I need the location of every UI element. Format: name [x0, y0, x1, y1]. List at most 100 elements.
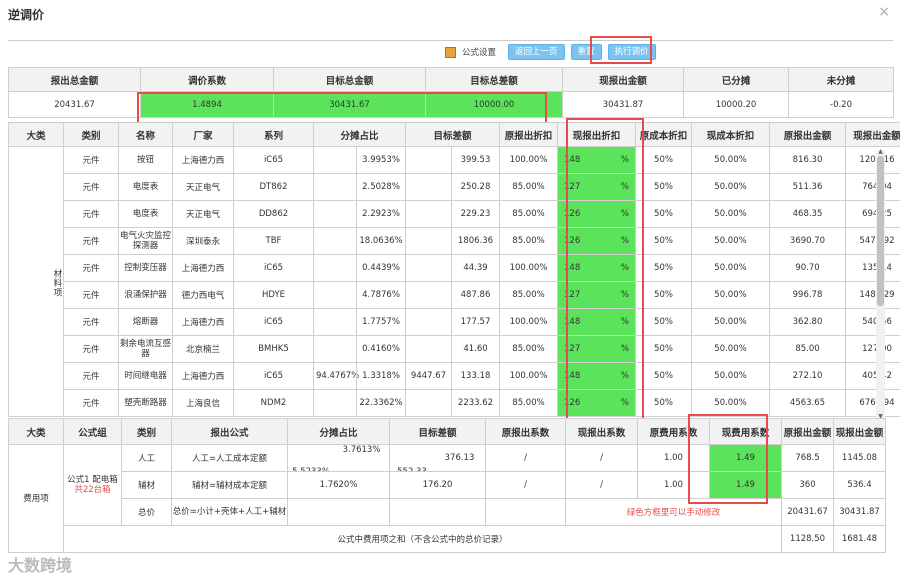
item-type: 元件	[63, 146, 119, 174]
back-button[interactable]: 返回上一页	[508, 44, 565, 60]
item-series: iC65	[233, 362, 314, 390]
item-share-cell: 2.5028%	[313, 173, 406, 201]
formula-group-name: 配电箱	[92, 475, 118, 485]
col-header: 现报出金额	[833, 418, 886, 445]
formula-group-label: 公式1	[67, 475, 90, 485]
sum-label: 公式中费用项之和（不含公式中的总价记录）	[63, 525, 782, 553]
col-header: 分摊占比	[313, 122, 406, 147]
item-diff: 250.28	[451, 174, 499, 200]
item-maker: 上海德力西	[172, 146, 234, 174]
item-type: 元件	[63, 227, 119, 255]
fee-orig-amt: 360	[781, 471, 834, 499]
item-diff: 177.57	[451, 309, 499, 335]
fee-diff: 376.13	[444, 453, 475, 463]
item-name: 电度表	[118, 173, 173, 201]
item-share-cell: 2.2923%	[313, 200, 406, 228]
formula-settings-link[interactable]: 公式设置	[462, 46, 496, 58]
item-series: TBF	[233, 227, 314, 255]
fee-cur-coef: /	[565, 471, 638, 499]
merged-diff: 9447.67	[410, 371, 447, 381]
item-name: 熔断器	[118, 308, 173, 336]
item-cur-cost: 50.00%	[691, 335, 770, 363]
item-maker: 德力西电气	[172, 281, 234, 309]
item-orig-discount: 100.00%	[499, 308, 558, 336]
close-icon[interactable]: ×	[878, 4, 890, 20]
formula-group-count: 共22台箱	[74, 485, 111, 495]
item-cur-cost: 50.00%	[691, 146, 770, 174]
fee-empty	[485, 498, 566, 526]
item-share-cell: 18.0636%	[313, 227, 406, 255]
fee-type: 总价	[121, 498, 172, 526]
item-orig-amount: 90.70	[769, 254, 846, 282]
scroll-up-icon[interactable]: ▲	[876, 148, 885, 155]
item-maker: 深圳泰永	[172, 227, 234, 255]
sum-cur-amt: 1681.48	[833, 525, 886, 553]
item-type: 元件	[63, 200, 119, 228]
table-row: 元件 电度表 天正电气 DD862 2.2923% 229.23 85.00% 126% 50%…	[9, 200, 900, 228]
scroll-thumb[interactable]	[877, 156, 884, 306]
item-orig-amount: 511.36	[769, 173, 846, 201]
item-share: 0.4439%	[356, 255, 405, 281]
merged-fee-diff: 552.33	[391, 467, 435, 471]
scrollbar[interactable]: ▲ ▼	[876, 148, 885, 420]
item-maker: 上海德力西	[172, 254, 234, 282]
item-share-cell: 0.4160%	[313, 335, 406, 363]
item-name: 电气火灾监控探测器	[118, 227, 173, 255]
item-diff: 41.60	[451, 336, 499, 362]
item-diff: 133.18	[451, 363, 499, 389]
item-share-cell: 1.7757%	[313, 308, 406, 336]
allocated: 10000.20	[683, 91, 789, 118]
item-orig-amount: 362.80	[769, 308, 846, 336]
col-header: 现成本折扣	[691, 122, 770, 147]
item-cur-amount: 764.04	[845, 173, 900, 201]
item-share: 0.4160%	[356, 336, 405, 362]
table-row: 元件 浪涌保护器 德力西电气 HDYE 4.7876% 487.86 85.00% 127% 5…	[9, 281, 900, 309]
item-orig-discount: 100.00%	[499, 254, 558, 282]
table-row: 元件 剩余电流互感器 北京楠兰 BMHK5 0.4160% 41.60 85.00% 127%…	[9, 335, 900, 363]
watermark: 大数跨境	[8, 556, 73, 575]
item-orig-discount: 85.00%	[499, 227, 558, 255]
item-diff-cell: 41.60	[405, 335, 500, 363]
item-orig-amount: 272.10	[769, 362, 846, 390]
col-header: 原报出系数	[485, 418, 566, 445]
item-series: iC65	[233, 146, 314, 174]
item-share: 1.7757%	[356, 309, 405, 335]
item-share: 2.5028%	[356, 174, 405, 200]
fee-formula: 人工=人工成本定额	[171, 444, 288, 472]
fee-orig-coef: /	[485, 444, 566, 472]
item-share-cell: 3.9953%	[313, 146, 406, 174]
col-header: 目标差额	[405, 122, 500, 147]
fee-type: 辅材	[121, 471, 172, 499]
item-cur-cost: 50.00%	[691, 281, 770, 309]
item-series: iC65	[233, 308, 314, 336]
item-cur-cost: 50.00%	[691, 227, 770, 255]
item-type: 元件	[63, 254, 119, 282]
fee-share: 1.7620%	[287, 471, 390, 499]
item-orig-amount: 996.78	[769, 281, 846, 309]
item-cur-amount: 5470.92	[845, 227, 900, 255]
item-maker: 上海良信	[172, 389, 234, 417]
col-header: 类别	[121, 418, 172, 445]
table-row: 元件 熔断器 上海德力西 iC65 1.7757% 177.57 100.00% 148% 50…	[9, 308, 900, 336]
item-orig-amount: 4563.65	[769, 389, 846, 417]
item-share-cell: 4.7876%	[313, 281, 406, 309]
item-name: 时间继电器	[118, 362, 173, 390]
item-name: 电度表	[118, 200, 173, 228]
col-header: 分摊占比	[287, 418, 390, 445]
col-header: 现报出金额	[845, 122, 900, 147]
item-cur-amount: 6764.94	[845, 389, 900, 417]
item-diff: 2233.62	[451, 390, 499, 416]
fee-diff: 552.33 376.13	[389, 444, 486, 472]
formula-settings-icon[interactable]	[445, 46, 456, 58]
item-orig-amount: 85.00	[769, 335, 846, 363]
item-cur-amount: 540.56	[845, 308, 900, 336]
fee-row-sum: 公式中费用项之和（不含公式中的总价记录） 1128.50 1681.48	[9, 525, 886, 553]
item-series: NDM2	[233, 389, 314, 417]
summary-header: 报出总金额	[8, 67, 141, 92]
item-series: DD862	[233, 200, 314, 228]
item-type: 元件	[63, 281, 119, 309]
item-diff-cell: 487.86	[405, 281, 500, 309]
current-total: 30431.87	[562, 91, 684, 118]
item-cur-cost: 50.00%	[691, 254, 770, 282]
fee-cur-amt: 536.4	[833, 471, 886, 499]
